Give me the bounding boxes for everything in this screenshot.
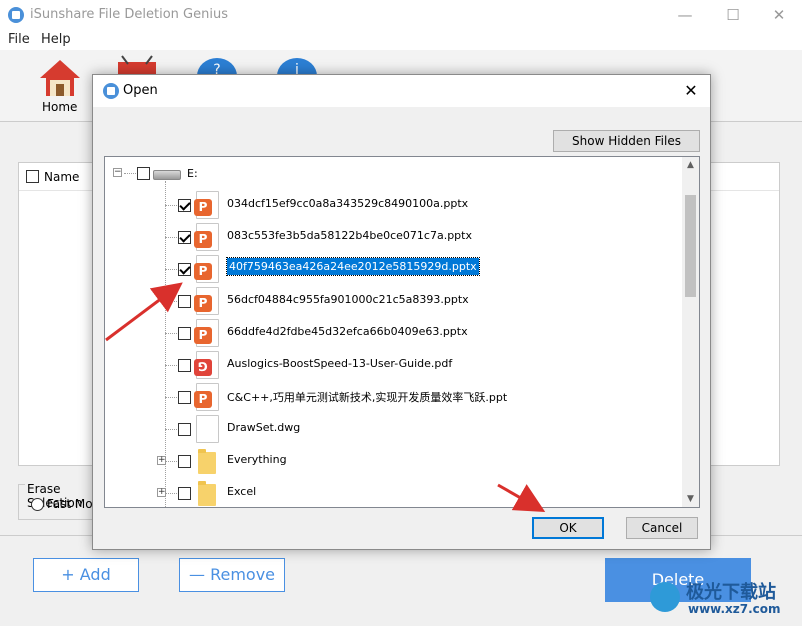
dwg-file-icon — [196, 415, 219, 443]
file-checkbox[interactable] — [178, 423, 191, 436]
ok-button[interactable]: OK — [532, 517, 604, 539]
watermark-text: 极光下载站 — [686, 582, 776, 603]
app-icon — [8, 7, 24, 23]
drive-label: E: — [187, 167, 198, 180]
column-name[interactable]: Name — [44, 170, 79, 184]
file-checkbox[interactable] — [178, 327, 191, 340]
file-name: Everything — [227, 453, 287, 466]
tree-row-file[interactable]: DrawSet.dwg — [105, 413, 675, 445]
file-tree[interactable]: − E: P 034dcf15ef9cc0a8a343529c8490100a.p… — [104, 156, 700, 508]
expand-icon[interactable]: + — [157, 456, 166, 465]
basket-icon[interactable] — [114, 54, 160, 76]
dialog-title-bar: Open ✕ — [93, 75, 710, 107]
menu-help[interactable]: Help — [41, 32, 71, 47]
file-name: 083c553fe3b5da58122b4be0ce071c7a.pptx — [227, 229, 472, 242]
file-name: 66ddfe4d2fdbe45d32efca66b0409e63.pptx — [227, 325, 468, 338]
select-all-checkbox[interactable] — [26, 170, 39, 183]
tree-row-file[interactable]: P 66ddfe4d2fdbe45d32efca66b0409e63.pptx — [105, 317, 675, 349]
file-checkbox[interactable] — [178, 263, 191, 276]
dialog-close-button[interactable]: ✕ — [680, 80, 702, 102]
remove-button[interactable]: — Remove — [179, 558, 285, 592]
dialog-app-icon — [103, 83, 119, 99]
dialog-title: Open — [123, 83, 158, 98]
folder-icon — [198, 449, 216, 474]
title-bar: iSunshare File Deletion Genius — ☐ ✕ — [0, 0, 802, 30]
home-icon[interactable] — [38, 58, 82, 98]
scroll-thumb[interactable] — [685, 195, 696, 297]
file-checkbox[interactable] — [178, 391, 191, 404]
expand-icon[interactable]: + — [157, 488, 166, 497]
cancel-button[interactable]: Cancel — [626, 517, 698, 539]
tree-row-file[interactable]: + Everything — [105, 445, 675, 477]
pptx-file-icon: P — [194, 255, 219, 283]
drive-icon — [153, 170, 181, 180]
info-icon[interactable]: i — [276, 56, 318, 76]
drive-checkbox[interactable] — [137, 167, 150, 180]
tree-row-file[interactable]: + Excel — [105, 477, 675, 507]
pdf-file-icon: ⅁ — [194, 351, 219, 379]
file-name: 56dcf04884c955fa901000c21c5a8393.pptx — [227, 293, 469, 306]
watermark-url: www.xz7.com — [688, 602, 781, 616]
maximize-button[interactable]: ☐ — [718, 4, 748, 26]
tree-row-file[interactable]: P 034dcf15ef9cc0a8a343529c8490100a.pptx — [105, 189, 675, 221]
pptx-file-icon: P — [194, 223, 219, 251]
home-label: Home — [42, 100, 78, 114]
tree-row-drive[interactable]: − E: — [105, 157, 675, 189]
menu-file[interactable]: File — [8, 32, 30, 47]
collapse-icon[interactable]: − — [113, 168, 122, 177]
add-button[interactable]: + Add — [33, 558, 139, 592]
pptx-file-icon: P — [194, 191, 219, 219]
tree-row-file[interactable]: ⅁ Auslogics-BoostSpeed-13-User-Guide.pdf — [105, 349, 675, 381]
scroll-up-icon[interactable]: ▲ — [685, 159, 696, 171]
file-checkbox[interactable] — [178, 359, 191, 372]
file-checkbox[interactable] — [178, 455, 191, 468]
vertical-scrollbar[interactable]: ▲ ▼ — [682, 157, 699, 507]
watermark-logo-icon — [650, 582, 680, 612]
file-name: Auslogics-BoostSpeed-13-User-Guide.pdf — [227, 357, 453, 370]
tree-row-file[interactable]: P C&C++,巧用单元测试新技术,实现开发质量效率飞跃.ppt — [105, 381, 675, 413]
close-button[interactable]: ✕ — [764, 4, 794, 26]
show-hidden-files-button[interactable]: Show Hidden Files — [553, 130, 700, 152]
app-title: iSunshare File Deletion Genius — [30, 7, 228, 22]
folder-icon — [198, 481, 216, 506]
fast-mode-radio[interactable] — [31, 498, 44, 511]
tree-row-file[interactable]: P 40f759463ea426a24ee2012e5815929d.pptx — [105, 253, 675, 285]
menu-bar: File Help — [0, 30, 802, 50]
pptx-file-icon: P — [194, 319, 219, 347]
pptx-file-icon: P — [194, 287, 219, 315]
tree-row-file[interactable]: P 083c553fe3b5da58122b4be0ce071c7a.pptx — [105, 221, 675, 253]
minimize-button[interactable]: — — [670, 4, 700, 26]
scroll-down-icon[interactable]: ▼ — [685, 493, 696, 505]
file-name: Excel — [227, 485, 257, 498]
file-checkbox[interactable] — [178, 199, 191, 212]
open-dialog: Open ✕ Show Hidden Files − E: P 034dcf15e… — [92, 74, 711, 550]
file-checkbox[interactable] — [178, 295, 191, 308]
file-name: DrawSet.dwg — [227, 421, 301, 434]
watermark: 极光下载站 www.xz7.com — [650, 578, 800, 622]
ppt-file-icon: P — [194, 383, 219, 411]
file-checkbox[interactable] — [178, 231, 191, 244]
tree-row-file[interactable]: P 56dcf04884c955fa901000c21c5a8393.pptx — [105, 285, 675, 317]
file-name: C&C++,巧用单元测试新技术,实现开发质量效率飞跃.ppt — [227, 391, 508, 404]
file-name: 034dcf15ef9cc0a8a343529c8490100a.pptx — [227, 197, 469, 210]
help-icon[interactable]: ? — [196, 56, 238, 76]
file-name: 40f759463ea426a24ee2012e5815929d.pptx — [226, 257, 480, 276]
file-checkbox[interactable] — [178, 487, 191, 500]
